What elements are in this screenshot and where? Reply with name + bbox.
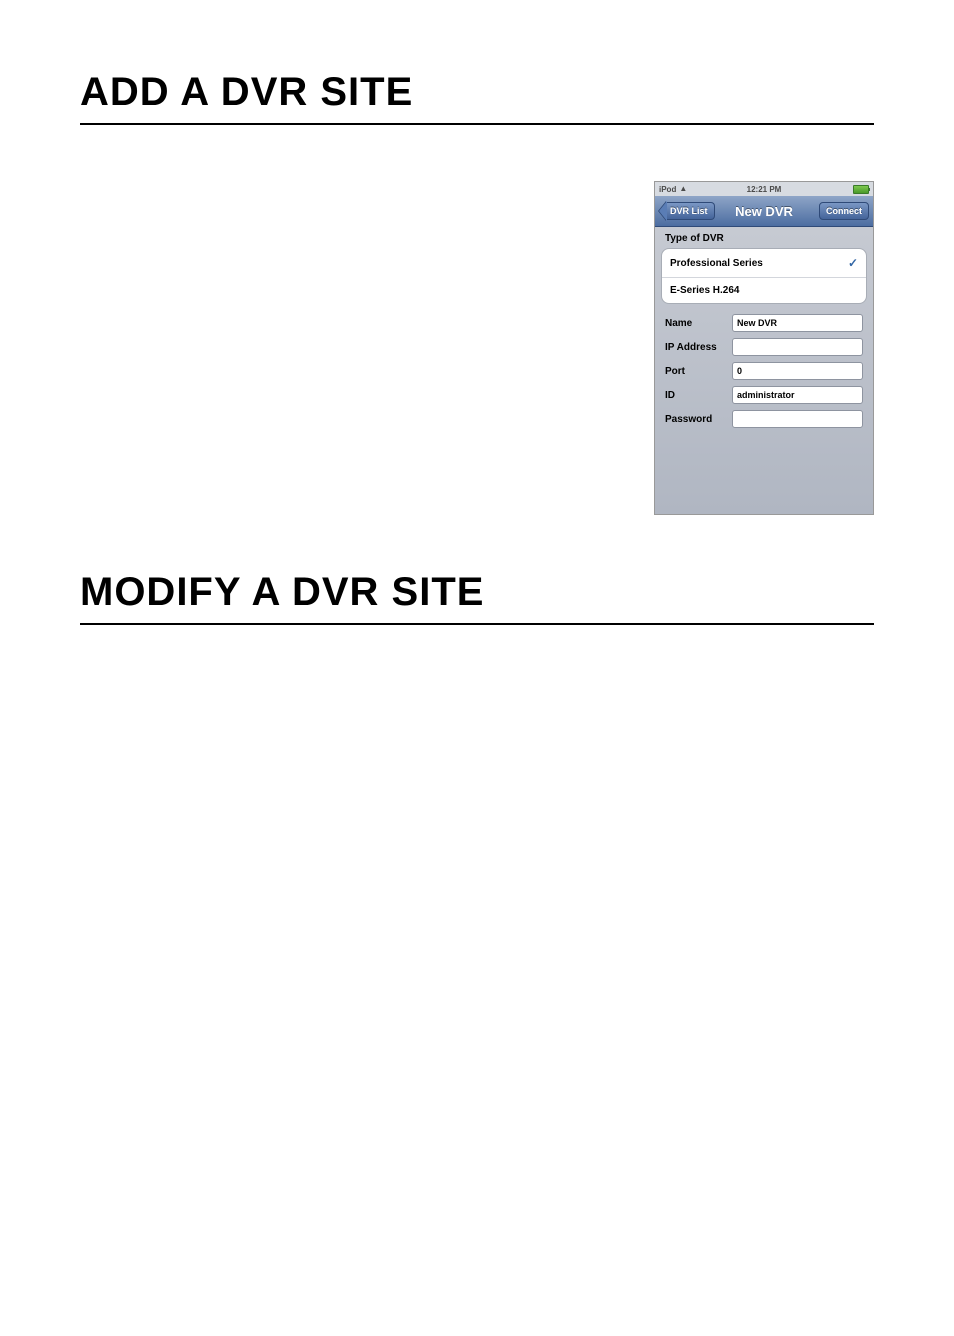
status-bar: iPod ▲ 12:21 PM <box>655 182 873 196</box>
id-field[interactable] <box>732 386 863 404</box>
form-label: Port <box>665 366 732 377</box>
port-field[interactable] <box>732 362 863 380</box>
form-row-name: Name <box>665 314 863 332</box>
form-row-id: ID <box>665 386 863 404</box>
form-label: Name <box>665 318 732 329</box>
type-option-label: Professional Series <box>670 258 763 269</box>
connect-button[interactable]: Connect <box>819 202 869 220</box>
device-label: iPod <box>659 185 676 194</box>
form-label: Password <box>665 414 732 425</box>
battery-icon <box>853 185 869 194</box>
status-left: iPod ▲ <box>659 185 687 194</box>
section-title-modify: MODIFY A DVR SITE <box>80 570 874 615</box>
section-title-add: ADD A DVR SITE <box>80 70 874 115</box>
nav-bar: DVR List New DVR Connect <box>655 196 873 227</box>
form-row-ip: IP Address <box>665 338 863 356</box>
type-group-header: Type of DVR <box>665 233 863 244</box>
back-button-label: DVR List <box>667 202 715 220</box>
form-row-password: Password <box>665 410 863 428</box>
form-row-port: Port <box>665 362 863 380</box>
form-area: Name IP Address Port ID <box>661 314 867 428</box>
type-option-eseries[interactable]: E-Series H.264 <box>662 278 866 303</box>
document-page: ADD A DVR SITE iPod ▲ 12:21 PM DVR List <box>0 0 954 1336</box>
name-field[interactable] <box>732 314 863 332</box>
form-label: IP Address <box>665 342 732 353</box>
phone-screenshot: iPod ▲ 12:21 PM DVR List New DVR Connect… <box>654 181 874 515</box>
form-label: ID <box>665 390 732 401</box>
chevron-left-icon <box>659 201 667 221</box>
screenshot-container: iPod ▲ 12:21 PM DVR List New DVR Connect… <box>80 181 874 515</box>
type-group: Professional Series ✓ E-Series H.264 <box>661 248 867 304</box>
back-button[interactable]: DVR List <box>659 201 715 221</box>
check-icon: ✓ <box>848 256 858 270</box>
ip-address-field[interactable] <box>732 338 863 356</box>
divider <box>80 623 874 625</box>
type-option-professional[interactable]: Professional Series ✓ <box>662 249 866 278</box>
wifi-icon: ▲ <box>679 185 687 193</box>
content-area: Type of DVR Professional Series ✓ E-Seri… <box>655 227 873 514</box>
type-option-label: E-Series H.264 <box>670 285 740 296</box>
divider <box>80 123 874 125</box>
status-time: 12:21 PM <box>747 185 782 194</box>
password-field[interactable] <box>732 410 863 428</box>
